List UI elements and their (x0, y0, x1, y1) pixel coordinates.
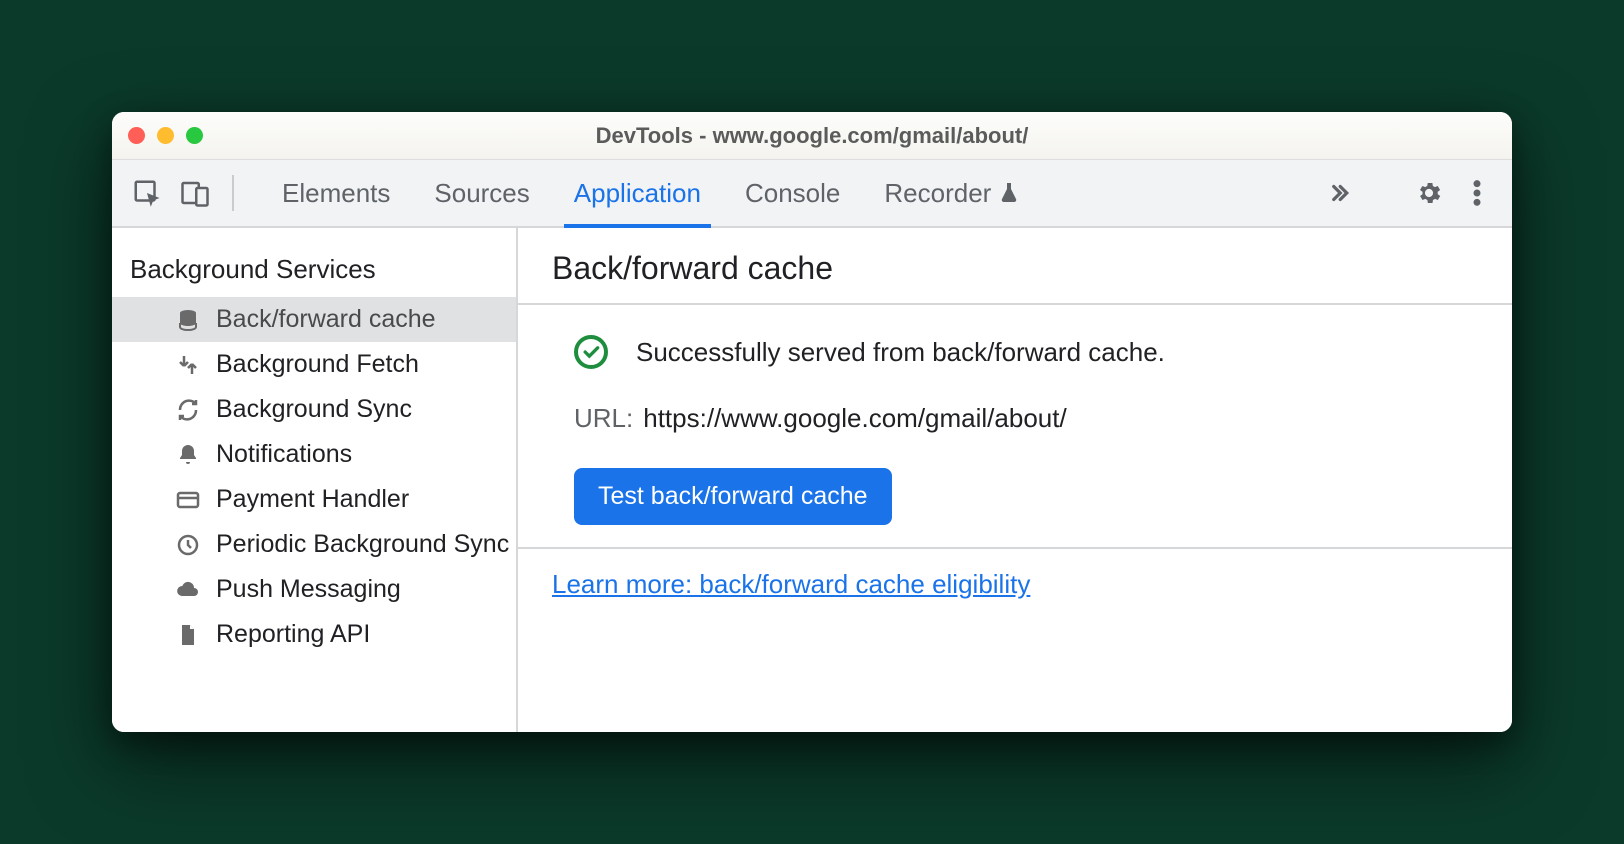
tab-elements[interactable]: Elements (278, 160, 394, 226)
test-bfcache-button[interactable]: Test back/forward cache (574, 468, 892, 525)
sidebar-item-label: Back/forward cache (216, 305, 436, 334)
sidebar-item-label: Background Fetch (216, 350, 419, 379)
maximize-window-button[interactable] (186, 127, 203, 144)
sidebar-item-label: Periodic Background Sync (216, 530, 509, 559)
bell-icon (174, 441, 202, 469)
sidebar-item-background-sync[interactable]: Background Sync (112, 387, 516, 432)
database-icon (174, 306, 202, 334)
sidebar-item-background-fetch[interactable]: Background Fetch (112, 342, 516, 387)
minimize-window-button[interactable] (157, 127, 174, 144)
device-toggle-icon[interactable] (178, 176, 212, 210)
sidebar-item-label: Reporting API (216, 620, 370, 649)
learn-more-link[interactable]: Learn more: back/forward cache eligibili… (552, 569, 1030, 599)
sidebar-item-label: Background Sync (216, 395, 412, 424)
credit-card-icon (174, 486, 202, 514)
main-panel: Back/forward cache Successfully served f… (518, 228, 1512, 732)
panel-footer: Learn more: back/forward cache eligibili… (518, 549, 1512, 620)
inspect-icon[interactable] (130, 176, 164, 210)
clock-icon (174, 531, 202, 559)
sidebar-item-label: Notifications (216, 440, 352, 469)
sidebar-item-label: Payment Handler (216, 485, 409, 514)
panel-body: Successfully served from back/forward ca… (518, 305, 1512, 549)
sidebar-item-push-messaging[interactable]: Push Messaging (112, 567, 516, 612)
close-window-button[interactable] (128, 127, 145, 144)
cloud-icon (174, 576, 202, 604)
content-area: Background Services Back/forward cache B… (112, 228, 1512, 732)
sidebar-section-title: Background Services (112, 228, 516, 297)
devtools-window: DevTools - www.google.com/gmail/about/ E… (112, 112, 1512, 732)
sync-icon (174, 396, 202, 424)
titlebar: DevTools - www.google.com/gmail/about/ (112, 112, 1512, 160)
fetch-icon (174, 351, 202, 379)
sidebar-item-reporting-api[interactable]: Reporting API (112, 612, 516, 657)
url-value: https://www.google.com/gmail/about/ (643, 403, 1066, 434)
sidebar-item-label: Push Messaging (216, 575, 401, 604)
window-controls (128, 127, 203, 144)
toolbar-divider (232, 175, 234, 211)
success-check-icon (574, 335, 608, 369)
flask-icon (997, 181, 1021, 205)
tab-application[interactable]: Application (570, 160, 705, 226)
sidebar-item-bfcache[interactable]: Back/forward cache (112, 297, 516, 342)
application-sidebar: Background Services Back/forward cache B… (112, 228, 518, 732)
tab-recorder-label: Recorder (884, 178, 991, 209)
panel-tabs: Elements Sources Application Console Rec… (278, 160, 1025, 226)
sidebar-item-payment-handler[interactable]: Payment Handler (112, 477, 516, 522)
devtools-toolbar: Elements Sources Application Console Rec… (112, 160, 1512, 228)
document-icon (174, 621, 202, 649)
url-row: URL: https://www.google.com/gmail/about/ (574, 403, 1478, 434)
sidebar-item-notifications[interactable]: Notifications (112, 432, 516, 477)
tab-console[interactable]: Console (741, 160, 844, 226)
sidebar-item-periodic-sync[interactable]: Periodic Background Sync (112, 522, 516, 567)
panel-title: Back/forward cache (518, 228, 1512, 305)
status-row: Successfully served from back/forward ca… (574, 335, 1478, 369)
more-tabs-icon[interactable] (1320, 176, 1354, 210)
status-text: Successfully served from back/forward ca… (636, 337, 1165, 368)
tab-sources[interactable]: Sources (430, 160, 533, 226)
window-title: DevTools - www.google.com/gmail/about/ (112, 123, 1512, 149)
tab-recorder[interactable]: Recorder (880, 160, 1025, 226)
kebab-menu-icon[interactable] (1460, 176, 1494, 210)
settings-icon[interactable] (1412, 176, 1446, 210)
url-label: URL: (574, 403, 633, 434)
